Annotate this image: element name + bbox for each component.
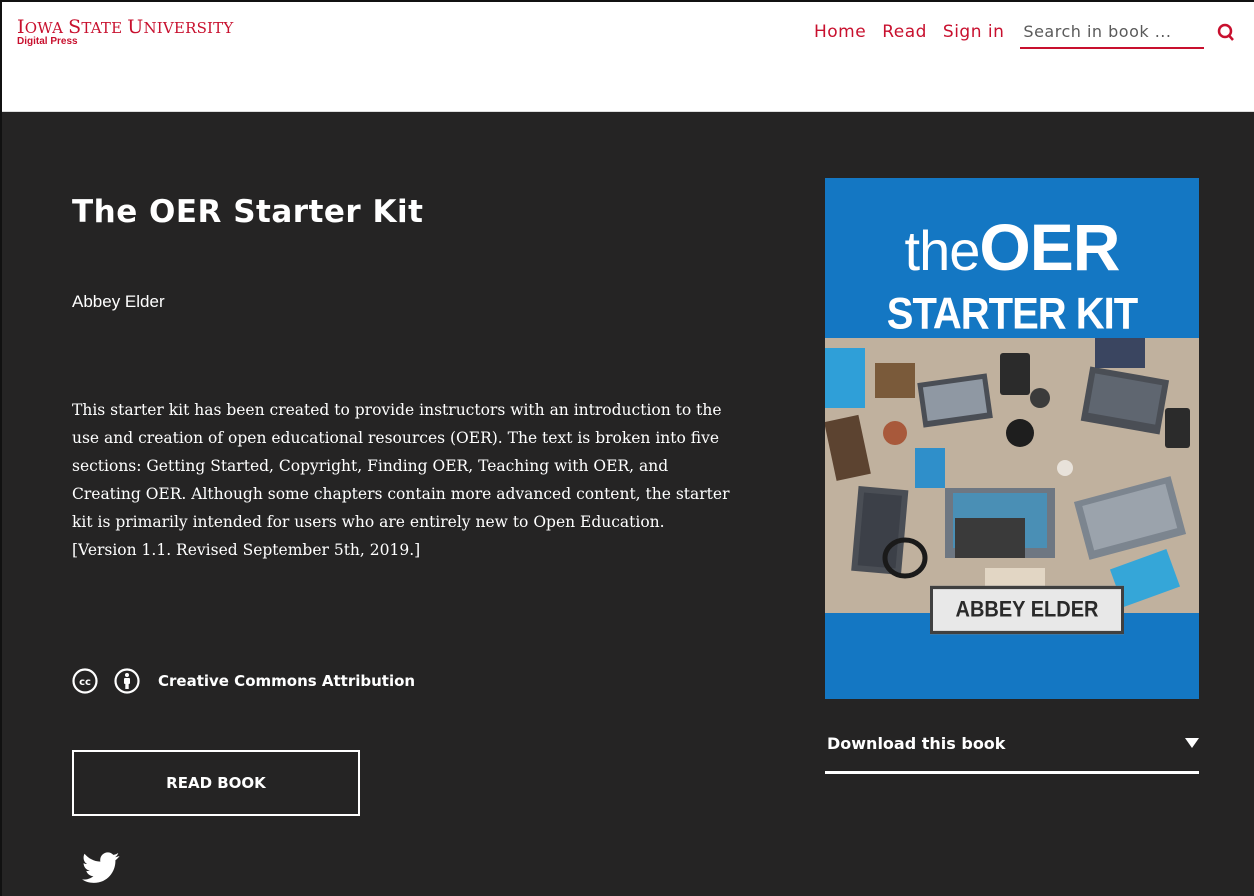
site-header: IOWA STATE UNIVERSITY Digital Press Home…: [2, 2, 1254, 112]
cover-title-starter-kit: STARTER KIT: [886, 289, 1138, 339]
nav-read-link[interactable]: Read: [882, 22, 927, 42]
read-book-button[interactable]: READ BOOK: [72, 750, 360, 816]
logo-subtitle: Digital Press: [17, 36, 78, 47]
book-cover[interactable]: theOER STARTER KIT ABBEY ELDER: [825, 178, 1199, 699]
download-book-dropdown[interactable]: Download this book: [825, 730, 1199, 774]
license-label[interactable]: Creative Commons Attribution: [158, 672, 415, 690]
book-title: The OER Starter Kit: [72, 194, 424, 230]
book-description: This starter kit has been created to pro…: [72, 401, 730, 559]
license-info: cc Creative Commons Attribution: [72, 668, 415, 694]
book-author: Abbey Elder: [72, 292, 165, 311]
search-input[interactable]: [1020, 22, 1205, 49]
cover-photo-desk-image: [825, 338, 1199, 613]
nav-home-link[interactable]: Home: [814, 22, 866, 42]
twitter-icon[interactable]: [82, 852, 120, 884]
cover-title-the: the: [904, 219, 981, 282]
download-label: Download this book: [827, 734, 1006, 753]
cover-title: theOER STARTER KIT: [825, 214, 1199, 339]
university-logo[interactable]: IOWA STATE UNIVERSITY Digital Press: [17, 16, 234, 48]
cover-title-oer: OER: [979, 210, 1120, 284]
logo-wordmark: IOWA STATE UNIVERSITY: [17, 16, 234, 38]
caret-down-icon: [1185, 738, 1199, 748]
search-box: [1020, 22, 1235, 49]
main-nav: Home Read Sign in: [814, 22, 1235, 49]
book-hero: The OER Starter Kit Abbey Elder This sta…: [2, 112, 1254, 896]
svg-text:cc: cc: [79, 677, 91, 688]
nav-sign-in-link[interactable]: Sign in: [943, 22, 1004, 42]
attribution-icon[interactable]: [114, 668, 140, 694]
search-icon[interactable]: [1216, 22, 1235, 42]
cc-icon[interactable]: cc: [72, 668, 98, 694]
cover-author-label: ABBEY ELDER: [930, 585, 1124, 635]
